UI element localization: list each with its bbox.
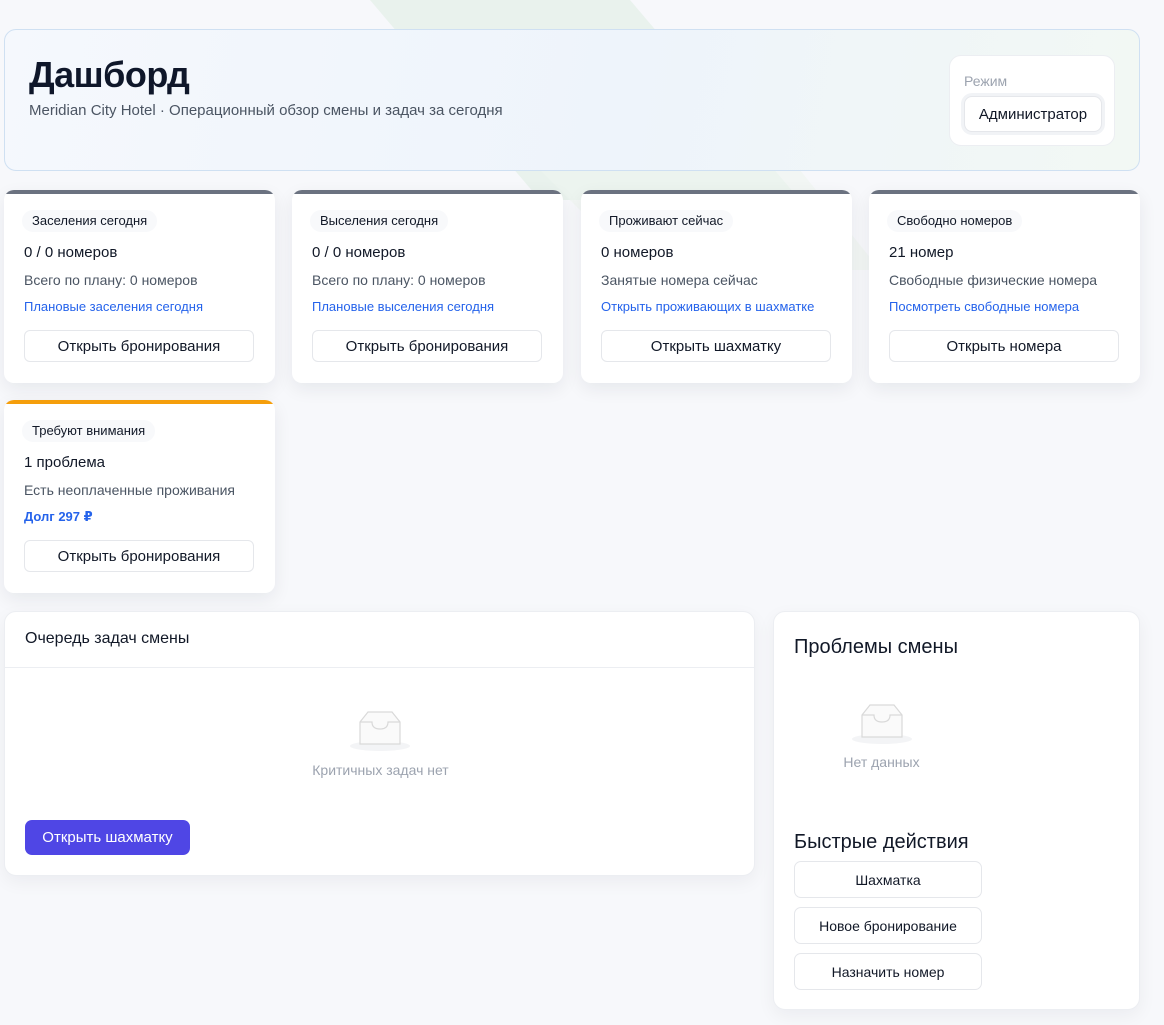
card-description: Всего по плану: 0 номеров [24, 272, 198, 288]
quick-actions-title: Быстрые действия [794, 831, 969, 853]
open-bookings-button[interactable]: Открыть бронирования [24, 540, 254, 572]
mode-label: Режим [964, 73, 1008, 89]
card-link-planned-checkouts[interactable]: Плановые выселения сегодня [312, 299, 494, 314]
card-value: 21 номер [889, 244, 954, 261]
open-chess-primary-button[interactable]: Открыть шахматку [25, 820, 190, 855]
card-accent-bar [4, 190, 275, 194]
stat-card-free-rooms: Свободно номеров 21 номер Свободные физи… [869, 190, 1140, 383]
card-link-free-rooms[interactable]: Посмотреть свободные номера [889, 299, 1079, 314]
stat-card-attention: Требуют внимания 1 проблема Есть неоплач… [4, 400, 275, 593]
empty-inbox-icon [852, 704, 912, 744]
card-tag: Требуют внимания [22, 420, 156, 442]
empty-inbox-icon [350, 711, 410, 751]
stat-card-checkins: Заселения сегодня 0 / 0 номеров Всего по… [4, 190, 275, 383]
card-description: Всего по плану: 0 номеров [312, 272, 486, 288]
stat-card-checkouts: Выселения сегодня 0 / 0 номеров Всего по… [292, 190, 563, 383]
quick-action-chess-button[interactable]: Шахматка [794, 861, 982, 898]
card-tag: Заселения сегодня [22, 210, 158, 232]
card-accent-bar [869, 190, 1140, 194]
page-title: Дашборд [29, 54, 190, 95]
card-tag: Проживают сейчас [599, 210, 734, 232]
shift-problems-title: Проблемы смены [794, 636, 958, 658]
open-bookings-button[interactable]: Открыть бронирования [24, 330, 254, 362]
card-link-in-house-chess[interactable]: Открыть проживающих в шахматке [601, 299, 814, 314]
shift-task-queue-panel: Очередь задач смены Критичных задач нет … [4, 611, 755, 876]
card-value: 1 проблема [24, 454, 105, 471]
card-description: Есть неоплаченные проживания [24, 482, 235, 498]
card-value: 0 / 0 номеров [24, 244, 118, 261]
queue-empty-text: Критичных задач нет [312, 762, 449, 778]
page-header: Дашборд Meridian City Hotel · Операционн… [4, 29, 1140, 171]
stat-card-in-house: Проживают сейчас 0 номеров Занятые номер… [581, 190, 852, 383]
card-value: 0 / 0 номеров [312, 244, 406, 261]
side-panel: Проблемы смены Нет данных Быстрые действ… [773, 611, 1140, 1010]
open-bookings-button[interactable]: Открыть бронирования [312, 330, 542, 362]
card-description: Свободные физические номера [889, 272, 1098, 288]
open-rooms-button[interactable]: Открыть номера [889, 330, 1119, 362]
card-link-debt[interactable]: Долг 297 ₽ [24, 509, 93, 525]
card-value: 0 номеров [601, 244, 674, 261]
open-chess-button[interactable]: Открыть шахматку [601, 330, 831, 362]
card-accent-bar [4, 400, 275, 404]
card-accent-bar [292, 190, 563, 194]
card-tag: Выселения сегодня [310, 210, 449, 232]
mode-administrator-button[interactable]: Администратор [964, 96, 1102, 132]
mode-switcher: Режим Администратор [949, 55, 1115, 146]
queue-divider [5, 667, 754, 668]
quick-action-new-booking-button[interactable]: Новое бронирование [794, 907, 982, 944]
queue-title: Очередь задач смены [25, 630, 190, 647]
card-link-planned-checkins[interactable]: Плановые заселения сегодня [24, 299, 203, 314]
page-subtitle: Meridian City Hotel · Операционный обзор… [29, 102, 503, 119]
card-description: Занятые номера сейчас [601, 272, 758, 288]
quick-action-assign-room-button[interactable]: Назначить номер [794, 953, 982, 990]
problems-empty-text: Нет данных [843, 754, 920, 770]
card-accent-bar [581, 190, 852, 194]
card-tag: Свободно номеров [887, 210, 1023, 232]
